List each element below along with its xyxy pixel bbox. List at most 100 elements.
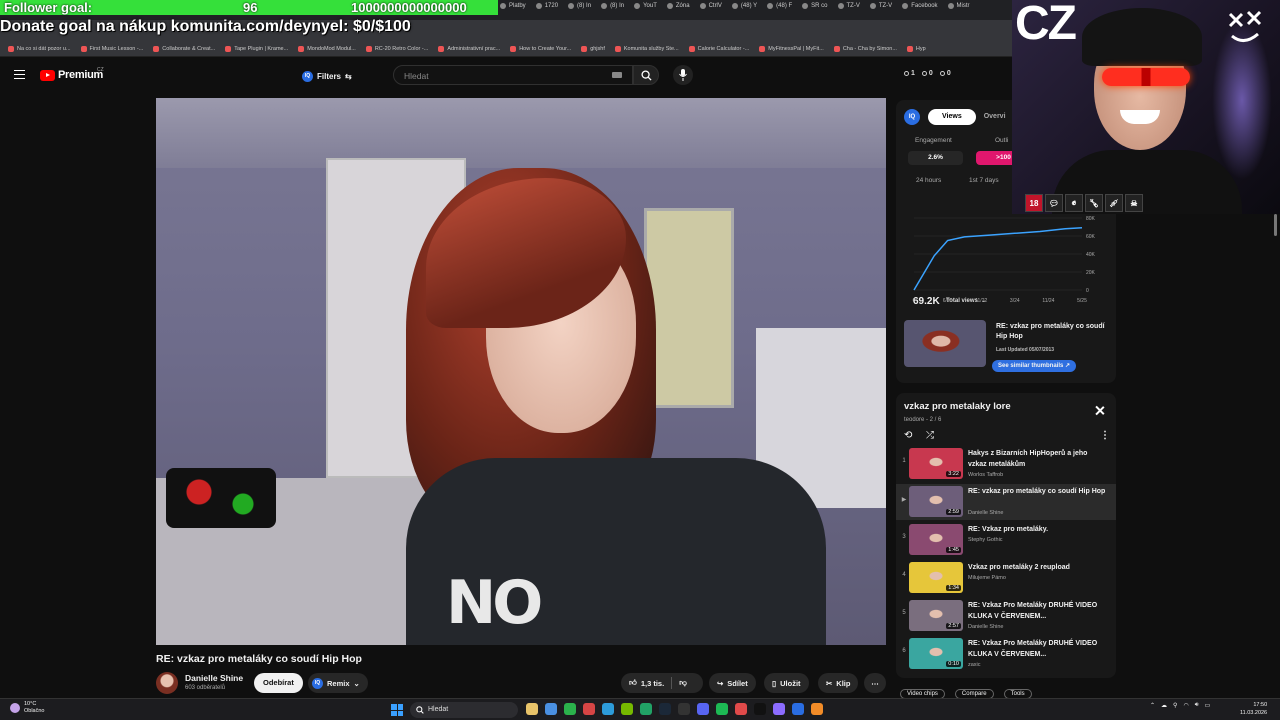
playlist-subtitle: teodore - 2 / 6 (904, 417, 942, 423)
weather-widget[interactable]: 10°C Oblačno (10, 701, 45, 715)
taskbar-app-icon[interactable] (583, 703, 595, 715)
taskbar-app-icon[interactable] (754, 703, 766, 715)
bookmark-item[interactable]: RC-20 Retro Color -... (365, 46, 428, 52)
more-actions-button[interactable]: ⋯ (864, 673, 886, 693)
last-updated: Last Updated 05/07/2013 (996, 347, 1055, 353)
clip-button[interactable]: ✂ Klip (818, 673, 859, 693)
outlier-label: Outli (995, 137, 1009, 144)
scissors-icon: ✂ (826, 678, 833, 688)
playlist-video-title: Vzkaz pro metaláky 2 reupload (968, 564, 1070, 571)
taskbar-app-icon[interactable] (773, 703, 785, 715)
loop-icon[interactable]: ⟲ (904, 430, 912, 441)
video-player[interactable]: NO (156, 98, 886, 645)
weather-icon (10, 703, 20, 713)
playlist-menu-icon[interactable]: ⋮ (1100, 430, 1110, 441)
bookmark-item[interactable]: MyFitnessPal | MyFit... (759, 46, 824, 52)
thumbs-up-icon[interactable]: 👍︎ (629, 678, 637, 688)
taskbar-app-icon[interactable] (716, 703, 728, 715)
taskbar-app-icon[interactable] (621, 703, 633, 715)
bookmark-item[interactable]: Administrativní prac... (438, 46, 500, 52)
bookmark-item[interactable]: ghjshf (581, 46, 605, 52)
vidiq-logo: IQ (904, 109, 920, 125)
channel-name[interactable]: Danielle Shine (185, 673, 243, 683)
bookmark-item[interactable]: Komunita služby Ste... (614, 46, 679, 52)
voice-search-button[interactable] (673, 65, 693, 85)
bookmark-item[interactable]: Cha - Cha by Simon... (833, 46, 897, 52)
system-clock[interactable]: 17:50 11.03.2026 (1240, 701, 1267, 717)
chevron-up-icon[interactable]: ⌃ (1150, 702, 1155, 709)
battery-icon[interactable]: ▭ (1204, 702, 1210, 709)
bookmark-favicon-icon (8, 46, 14, 52)
bookmark-item[interactable]: Tape Plugin | Krame... (225, 46, 288, 52)
taskbar-app-icon[interactable] (545, 703, 557, 715)
playlist-item[interactable]: 6 0:10 RE: Vzkaz Pro Metaláky DRUHÉ VIDEO … (896, 636, 1116, 672)
see-similar-thumbnails-button[interactable]: See similar thumbnails ↗ (992, 360, 1077, 372)
page-scrollbar[interactable] (1272, 214, 1280, 694)
save-button[interactable]: ▯ Uložit (764, 673, 809, 693)
streamer-logo-icon (1228, 10, 1262, 42)
shuffle-icon[interactable]: ⤮ (926, 430, 934, 441)
video-thumbnail[interactable] (904, 320, 986, 367)
share-button[interactable]: ↪ Sdílet (709, 673, 756, 693)
channel-avatar[interactable] (156, 672, 178, 694)
keyboard-icon[interactable] (612, 72, 622, 78)
range-first-week[interactable]: 1st 7 days (969, 177, 999, 184)
red-glasses (1102, 68, 1190, 86)
close-icon[interactable] (1094, 405, 1106, 417)
playlist-item[interactable]: 4 1:34 Vzkaz pro metaláky 2 reupload Miluje… (896, 560, 1116, 596)
follower-goal-label: Follower goal: (4, 0, 93, 15)
taskbar-app-icon[interactable] (564, 703, 576, 715)
windows-start-icon[interactable] (391, 704, 403, 716)
taskbar-app-icon[interactable] (735, 703, 747, 715)
y-tick-label: 0 (1086, 288, 1089, 294)
taskbar-search-input[interactable]: Hledat (410, 702, 518, 718)
bookmark-item[interactable]: Calorie Calculator -... (688, 46, 749, 52)
views-series-line (913, 226, 1083, 291)
youtube-premium-logo[interactable]: Premium (40, 69, 103, 81)
like-count[interactable]: 1,3 tis. (641, 679, 664, 688)
thumbs-down-icon[interactable]: 👎︎ (679, 678, 687, 688)
subscribe-button[interactable]: Odebírat (254, 673, 303, 693)
playlist-item[interactable]: 5 2:57 RE: Vzkaz Pro Metaláky DRUHÉ VIDEO … (896, 598, 1116, 634)
playlist-item[interactable]: 1 3:22 Hakys z Bizarních HipHoperů a jeho … (896, 446, 1116, 482)
hamburger-menu-icon[interactable] (14, 70, 25, 79)
tab-overview[interactable]: Overvi (984, 109, 1006, 125)
filters-button[interactable]: IQ Filters ⇆ (296, 68, 358, 84)
bookmark-item[interactable]: First Music Lesson -... (80, 46, 143, 52)
flower-pillow (166, 468, 276, 528)
bookmark-item[interactable]: Collaborate & Creat... (153, 46, 215, 52)
taskbar-app-icon[interactable] (640, 703, 652, 715)
playlist-item[interactable]: 3 1:45 RE: Vzkaz pro metaláky. Stephy Gothi… (896, 522, 1116, 558)
weather-desc: Oblačno (24, 708, 45, 714)
bookmark-item[interactable]: MondoMod Modul... (298, 46, 356, 52)
playlist-index: 4 (902, 572, 906, 578)
search-input[interactable]: Hledat (393, 65, 633, 85)
bookmark-favicon-icon (365, 46, 372, 52)
taskbar-app-icon[interactable] (697, 703, 709, 715)
y-tick-label: 20K (1086, 270, 1096, 276)
remix-button[interactable]: IQ Remix ⌄ (308, 673, 368, 693)
tab-views[interactable]: Views (928, 109, 976, 125)
range-24h[interactable]: 24 hours (916, 177, 941, 184)
bottle-icon: 🍾︎ (1085, 194, 1103, 212)
cloud-icon[interactable]: ☁︎ (1161, 702, 1167, 709)
taskbar-app-icon[interactable] (792, 703, 804, 715)
remix-label: Remix (327, 678, 350, 688)
logo-country-code: CZ (97, 67, 104, 73)
bookmark-item[interactable]: Na co si dát pozor u... (8, 46, 71, 52)
taskbar-app-icon[interactable] (678, 703, 690, 715)
taskbar-app-icon[interactable] (659, 703, 671, 715)
bookmark-item[interactable]: Hyp (906, 46, 926, 52)
scrollbar-thumb[interactable] (1274, 214, 1277, 236)
mic-tray-icon[interactable]: ⚲ (1173, 702, 1177, 709)
taskbar-app-icon[interactable] (602, 703, 614, 715)
bookmark-item[interactable]: How to Create Your... (510, 46, 571, 52)
volume-icon[interactable]: 🔊︎ (1195, 702, 1199, 709)
search-button[interactable] (633, 65, 659, 85)
playlist-item[interactable]: ▶ 2:59 RE: vzkaz pro metaláky co soudí Hip… (896, 484, 1116, 520)
y-tick-label: 40K (1086, 252, 1096, 258)
wifi-icon[interactable]: ◠ (1183, 702, 1188, 709)
taskbar-app-icon[interactable] (526, 703, 538, 715)
taskbar-app-icon[interactable] (811, 703, 823, 715)
header-stat: 0 (939, 70, 951, 77)
